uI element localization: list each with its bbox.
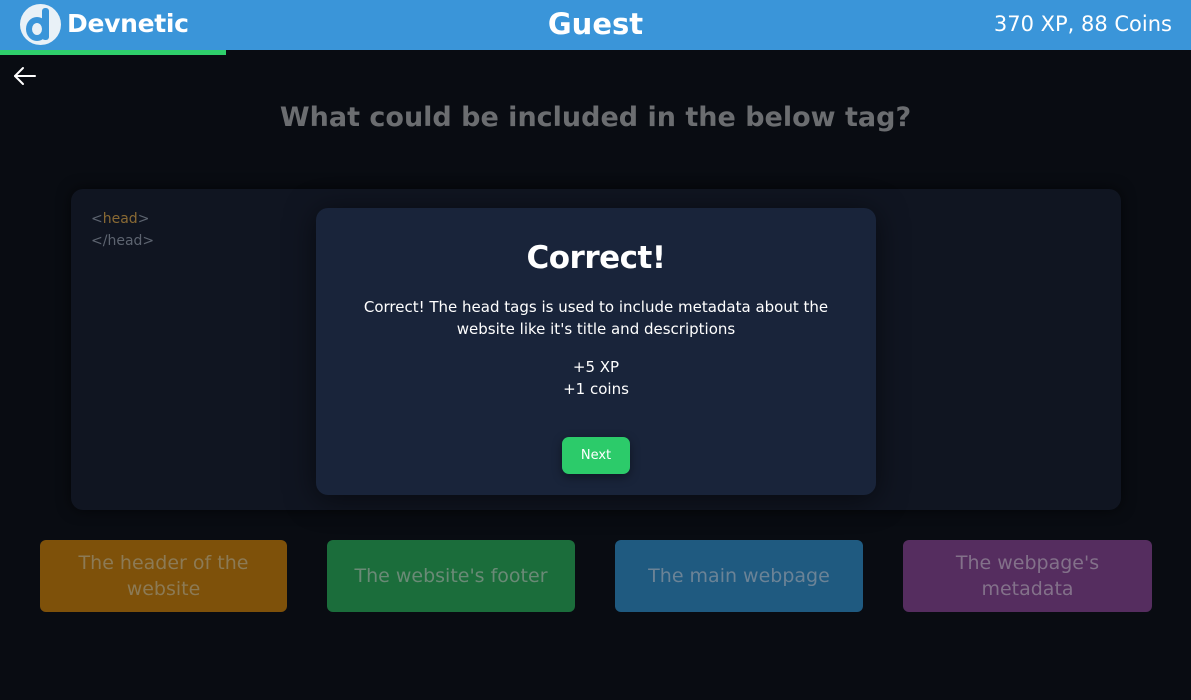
question-text: What could be included in the below tag? bbox=[279, 102, 912, 133]
reward-coins: +1 coins bbox=[563, 380, 629, 398]
code-bracket: > bbox=[137, 211, 150, 227]
lesson-progress-fill bbox=[0, 50, 227, 55]
lesson-progress-bar bbox=[0, 50, 1191, 55]
back-button[interactable] bbox=[10, 62, 40, 90]
result-modal: Correct! Correct! The head tags is used … bbox=[316, 208, 876, 495]
answer-option[interactable]: The main webpage bbox=[615, 540, 863, 612]
xp-coins-stats: 370 XP, 88 Coins bbox=[993, 12, 1172, 36]
top-bar: Devnetic Guest 370 XP, 88 Coins bbox=[0, 0, 1191, 50]
answer-option[interactable]: The website's footer bbox=[327, 540, 575, 612]
code-line-open: <head> bbox=[91, 211, 149, 227]
code-line-close: </head> bbox=[91, 233, 154, 249]
answer-option[interactable]: The webpage's metadata bbox=[903, 540, 1152, 612]
code-bracket: > bbox=[142, 233, 155, 249]
modal-title: Correct! bbox=[526, 240, 666, 276]
brand-name[interactable]: Devnetic bbox=[67, 9, 189, 38]
code-tag-name: head bbox=[102, 211, 138, 227]
code-bracket: < bbox=[91, 211, 103, 227]
arrow-left-icon bbox=[14, 67, 36, 85]
devnetic-logo-icon[interactable] bbox=[20, 4, 61, 45]
answer-option[interactable]: The header of the website bbox=[40, 540, 287, 612]
next-button[interactable]: Next bbox=[562, 437, 630, 474]
modal-message: Correct! The head tags is used to includ… bbox=[363, 298, 829, 338]
code-bracket: </ bbox=[91, 233, 108, 249]
code-tag-name: head bbox=[107, 233, 143, 249]
user-name: Guest bbox=[547, 7, 644, 41]
reward-xp: +5 XP bbox=[572, 358, 620, 376]
